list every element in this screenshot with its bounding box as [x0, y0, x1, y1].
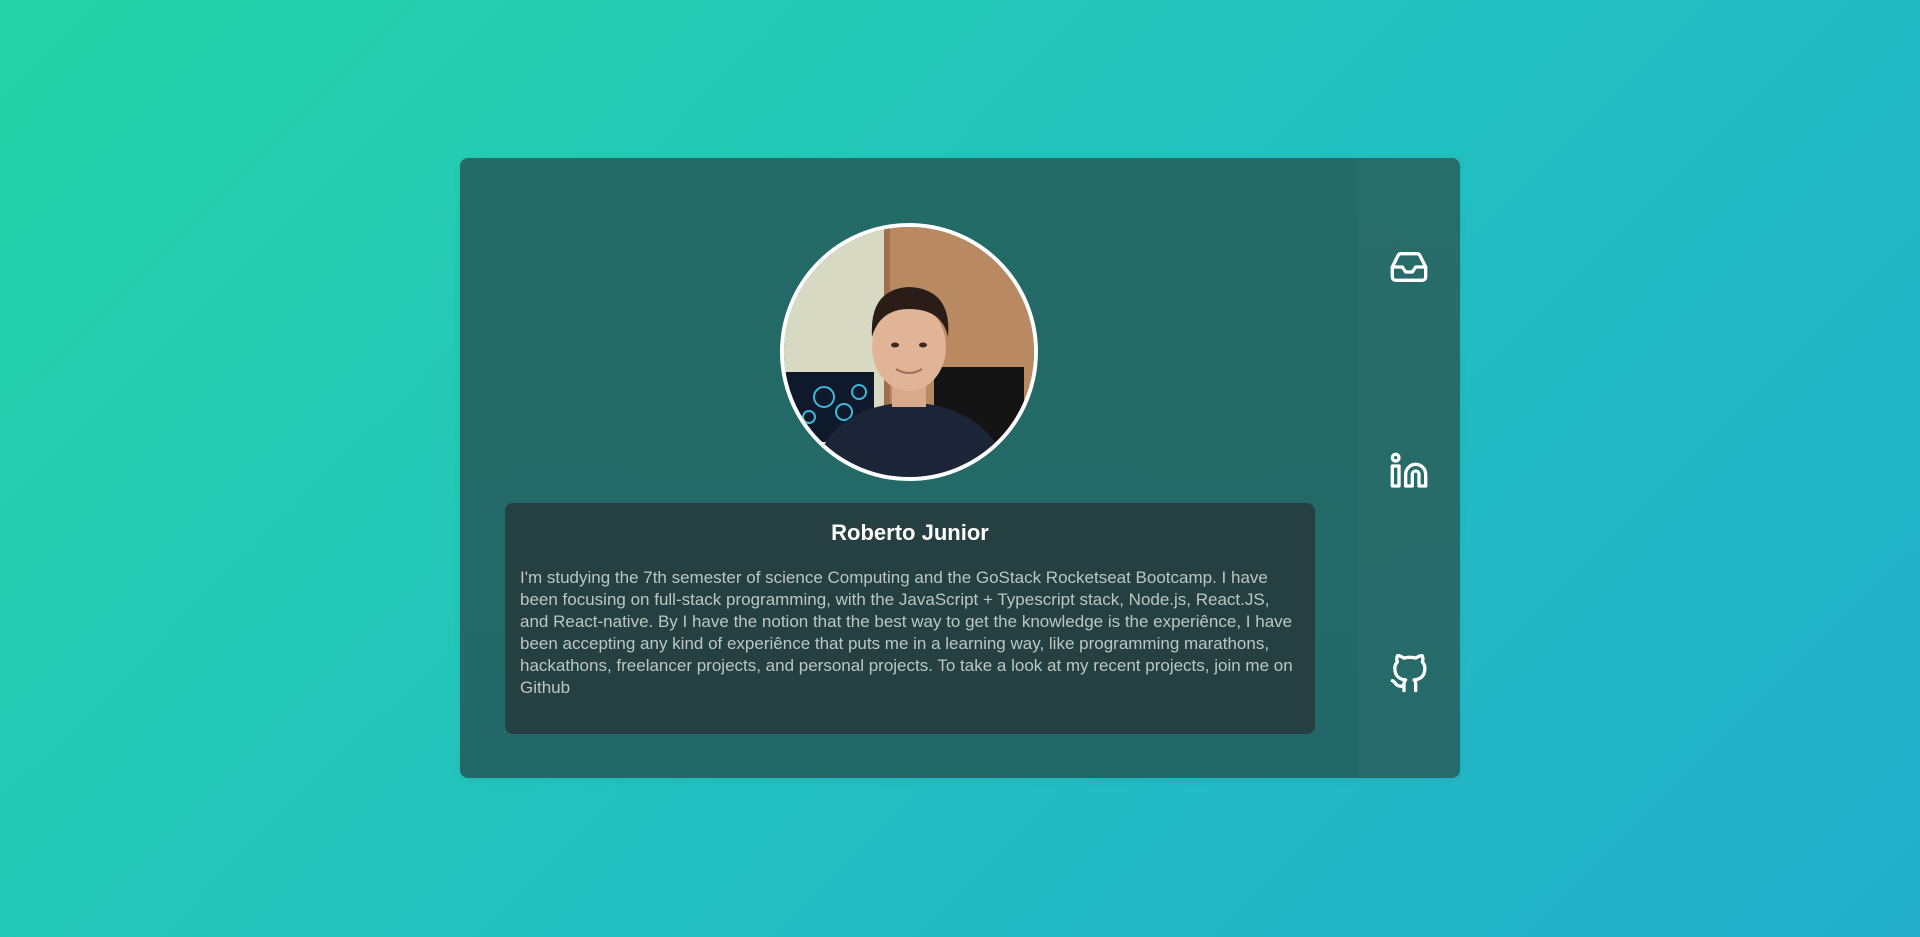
profile-card: Roberto Junior I'm studying the 7th seme… [460, 158, 1460, 778]
linkedin-icon [1390, 452, 1428, 488]
github-icon [1390, 654, 1427, 693]
linkedin-link[interactable] [1385, 447, 1433, 495]
inbox-link[interactable] [1385, 243, 1433, 291]
inbox-icon [1390, 252, 1428, 282]
github-link[interactable] [1385, 650, 1433, 698]
bio-box: Roberto Junior I'm studying the 7th seme… [505, 503, 1315, 734]
avatar [780, 223, 1038, 481]
profile-photo [784, 227, 1034, 477]
profile-name: Roberto Junior [831, 520, 989, 545]
profile-main: Roberto Junior I'm studying the 7th seme… [460, 158, 1358, 778]
social-sidebar [1358, 158, 1460, 778]
profile-bio: I'm studying the 7th semester of science… [520, 568, 1293, 697]
